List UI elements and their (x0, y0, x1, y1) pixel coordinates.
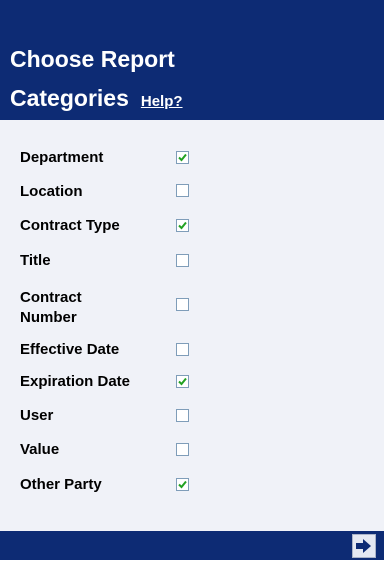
checkmark-icon (178, 153, 187, 162)
category-label-contract-number-line2: Number (20, 309, 77, 326)
category-label-department: Department (20, 149, 104, 166)
checkmark-icon (178, 221, 187, 230)
category-label-other-party: Other Party (20, 476, 102, 493)
panel-title-line2: Categories Help? (10, 84, 183, 116)
category-checkbox-user[interactable] (176, 409, 189, 422)
category-label-title: Title (20, 252, 51, 269)
category-checkbox-expiration-date[interactable] (176, 375, 189, 388)
next-button[interactable] (352, 534, 376, 558)
category-checkbox-value[interactable] (176, 443, 189, 456)
panel-title-line1: Choose Report (10, 46, 175, 72)
panel-footer (0, 531, 384, 560)
category-checkbox-contract-number[interactable] (176, 298, 189, 311)
checkmark-icon (178, 480, 187, 489)
panel-title-text: Categories (10, 85, 129, 111)
category-checkbox-contract-type[interactable] (176, 219, 189, 232)
category-label-location: Location (20, 183, 83, 200)
panel-header: Choose Report Categories Help? (0, 0, 384, 120)
category-label-expiration-date: Expiration Date (20, 373, 131, 390)
category-checkbox-department[interactable] (176, 151, 189, 164)
category-label-user: User (20, 407, 54, 424)
category-checkbox-effective-date[interactable] (176, 343, 189, 356)
checkmark-icon (178, 377, 187, 386)
help-link[interactable]: Help? (141, 93, 183, 110)
category-label-contract-type: Contract Type (20, 217, 120, 234)
category-label-effective-date: Effective Date (20, 341, 120, 358)
category-checkbox-other-party[interactable] (176, 478, 189, 491)
category-label-value: Value (20, 441, 60, 458)
arrow-right-icon (356, 539, 371, 553)
category-checkbox-location[interactable] (176, 184, 189, 197)
report-categories-panel: Choose Report Categories Help? Department… (0, 0, 384, 560)
category-checkbox-title[interactable] (176, 254, 189, 267)
category-label-contract-number-line1: Contract (20, 289, 82, 306)
